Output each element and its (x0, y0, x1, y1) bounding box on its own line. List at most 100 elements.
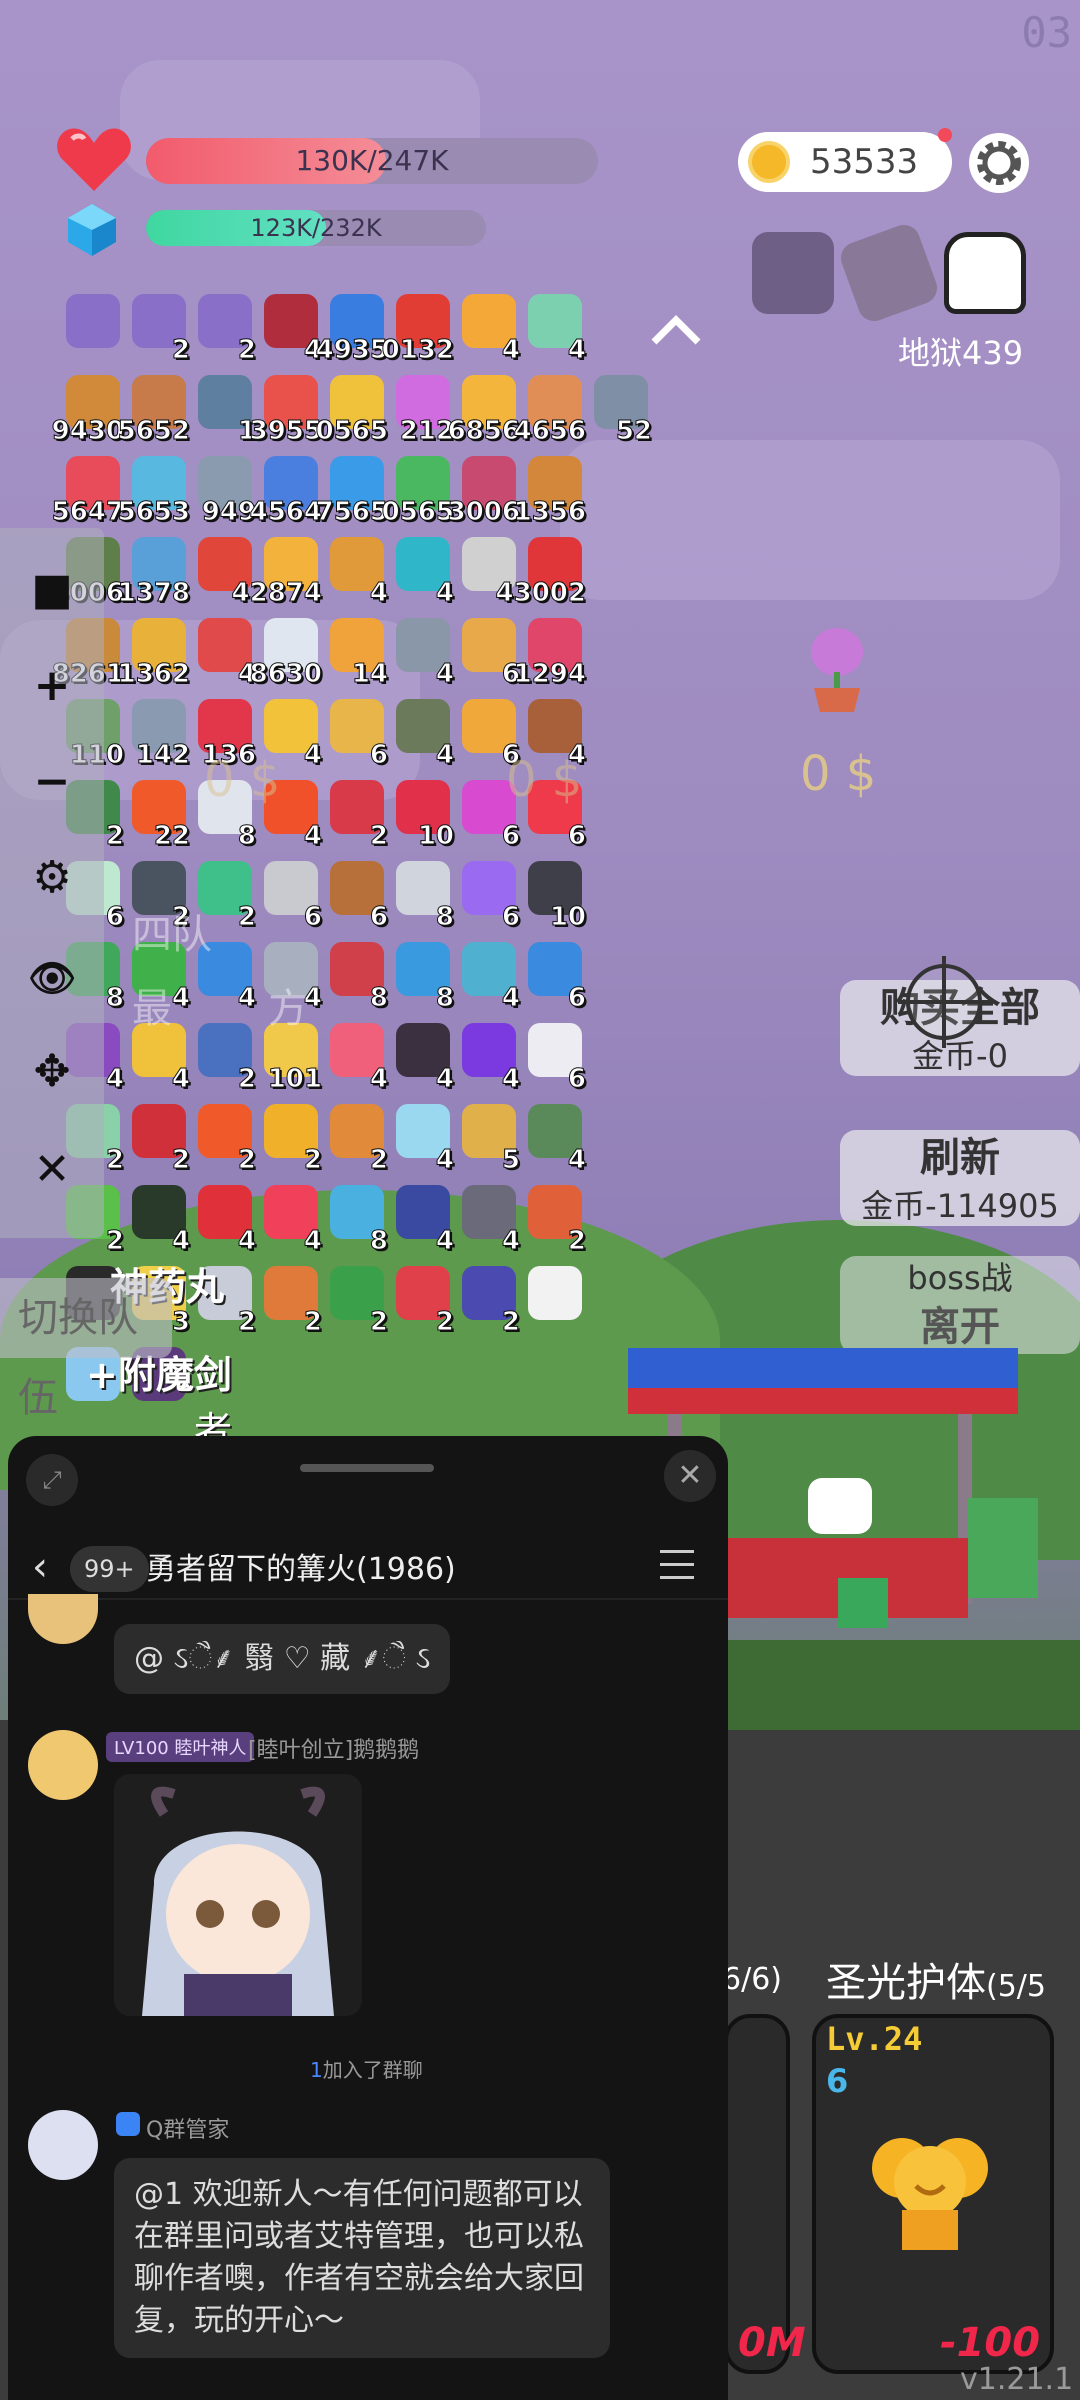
bot-avatar[interactable] (28, 2110, 98, 2180)
inventory-slot[interactable]: 4 (520, 290, 587, 371)
inventory-slot[interactable]: 4 (454, 1181, 521, 1262)
inventory-slot[interactable]: 4 (256, 1181, 323, 1262)
inventory-slot[interactable]: 6 (520, 1019, 587, 1100)
inventory-slot[interactable]: 5 (454, 1100, 521, 1181)
inventory-slot[interactable]: 1356 (513, 452, 587, 533)
inventory-slot[interactable]: 22 (124, 776, 191, 857)
inventory-slot[interactable]: 5652 (117, 371, 191, 452)
inventory-slot[interactable]: 3955 (249, 371, 323, 452)
inventory-slot[interactable]: 4 (322, 1019, 389, 1100)
inventory-slot[interactable]: 4 (388, 533, 455, 614)
inventory-slot[interactable] (520, 1262, 586, 1343)
inventory-slot[interactable]: 10 (520, 857, 587, 938)
inventory-slot[interactable]: 2 (388, 1262, 455, 1343)
inventory-slot[interactable]: 4656 (513, 371, 587, 452)
cleaver-icon[interactable] (836, 220, 942, 326)
inventory-slot[interactable]: 1378 (117, 533, 191, 614)
inventory-slot[interactable]: 4 (388, 1181, 455, 1262)
inventory-slot[interactable]: 1294 (513, 614, 587, 695)
plus-icon[interactable]: + (26, 660, 78, 712)
drag-handle[interactable] (300, 1464, 434, 1472)
inventory-slot[interactable]: 8 (388, 938, 455, 1019)
unread-badge[interactable]: 99+ (70, 1546, 149, 1592)
inventory-slot[interactable]: 2 (322, 776, 389, 857)
inventory-slot[interactable]: 8 (322, 1181, 389, 1262)
inventory-slot[interactable]: 4 (454, 290, 521, 371)
inventory-slot[interactable]: 4 (388, 614, 455, 695)
coin-counter[interactable]: 53533 (738, 128, 952, 192)
expand-icon[interactable]: ⤢ (26, 1454, 78, 1506)
inventory-slot[interactable]: 0132 (381, 290, 455, 371)
character-portrait-icon[interactable] (752, 232, 834, 314)
minus-icon[interactable]: − (26, 756, 78, 808)
inventory-slot[interactable]: 4935 (315, 290, 389, 371)
inventory-slot[interactable]: 1362 (117, 614, 191, 695)
inventory-slot[interactable]: 14 (322, 614, 389, 695)
back-chevron-icon[interactable]: ‹ (32, 1544, 48, 1590)
inventory-slot[interactable]: 2 (190, 1019, 257, 1100)
eye-slash-icon[interactable]: 👁 (26, 952, 78, 1004)
sticker-image[interactable] (114, 1774, 362, 2016)
inventory-slot[interactable]: 9430 (51, 371, 125, 452)
inventory-slot[interactable]: 4 (388, 695, 455, 776)
inventory-slot[interactable]: 4 (454, 1019, 521, 1100)
inventory-slot[interactable]: 2 (124, 290, 191, 371)
inventory-slot[interactable]: 43002 (495, 533, 587, 614)
inventory-slot[interactable]: 0565 (381, 452, 455, 533)
inventory-slot[interactable]: 10 (388, 776, 455, 857)
inventory-slot[interactable]: 4 (454, 938, 521, 1019)
inventory-slot[interactable]: 2 (190, 290, 257, 371)
stop-icon[interactable]: ■ (26, 564, 78, 616)
inventory-slot[interactable]: 2 (520, 1181, 587, 1262)
inventory-slot[interactable]: 4 (322, 533, 389, 614)
close-icon[interactable]: ✕ (26, 1144, 78, 1196)
inventory-slot[interactable]: 0565 (315, 371, 389, 452)
inventory-slot[interactable]: 8630 (249, 614, 323, 695)
inventory-slot[interactable]: 2 (322, 1262, 389, 1343)
inventory-slot[interactable]: 4 (520, 1100, 587, 1181)
inventory-slot[interactable]: 42874 (231, 533, 323, 614)
inventory-slot[interactable]: 52 (586, 371, 653, 452)
settings-gear-icon[interactable] (968, 132, 1030, 194)
move-icon[interactable]: ✥ (26, 1046, 78, 1098)
inventory-slot[interactable]: 1 (190, 371, 257, 452)
ghost-icon[interactable] (944, 232, 1026, 314)
inventory-slot[interactable]: 5653 (117, 452, 191, 533)
inventory-slot[interactable]: 2 (256, 1100, 323, 1181)
inventory-slot[interactable]: 4564 (249, 452, 323, 533)
inventory-slot[interactable]: 8 (388, 857, 455, 938)
inventory-slot[interactable]: 4 (124, 1181, 191, 1262)
avatar[interactable] (28, 1730, 98, 1800)
inventory-slot[interactable]: 6 (256, 857, 323, 938)
switch-team-button[interactable]: 切换队伍 (0, 1278, 172, 1421)
inventory-slot[interactable]: 8 (322, 938, 389, 1019)
inventory-slot[interactable]: 142 (124, 695, 191, 776)
close-icon[interactable]: ✕ (664, 1450, 716, 1502)
message-bubble[interactable]: @ ઽૈ⸙ 翳 ♡ 藏 ⸙ૈ ઽ (114, 1624, 451, 1694)
inventory-slot[interactable]: 2 (124, 1100, 191, 1181)
join-user[interactable]: 1 (310, 2058, 323, 2082)
bot-message-bubble[interactable]: @1 欢迎新人～有任何问题都可以在群里问或者艾特管理，也可以私聊作者噢，作者有空… (114, 2158, 610, 2358)
refresh-button[interactable]: 刷新 金币-114905 (840, 1130, 1080, 1226)
inventory-slot[interactable]: 4 (256, 290, 323, 371)
inventory-slot[interactable]: 6856 (447, 371, 521, 452)
group-name[interactable]: 勇者留下的篝火(1986) (146, 1544, 456, 1588)
inventory-slot[interactable]: 2 (190, 1100, 257, 1181)
gear-icon[interactable]: ⚙ (26, 852, 78, 904)
menu-icon[interactable] (660, 1550, 694, 1580)
inventory-slot[interactable]: 6 (322, 695, 389, 776)
inventory-slot[interactable]: 4 (190, 1181, 257, 1262)
inventory-slot[interactable]: 2 (454, 1262, 521, 1343)
inventory-slot[interactable]: 2 (322, 1100, 389, 1181)
crosshair-icon[interactable] (898, 956, 990, 1048)
user-name[interactable]: [睦叶创立]鹅鹅鹅 (248, 1732, 419, 1764)
inventory-slot[interactable]: 7565 (315, 452, 389, 533)
inventory-slot[interactable]: 6 (454, 614, 521, 695)
inventory-slot[interactable]: 949 (190, 452, 257, 533)
inventory-slot[interactable]: 3006 (447, 452, 521, 533)
inventory-slot[interactable] (58, 290, 124, 371)
inventory-slot[interactable]: 4 (190, 614, 257, 695)
inventory-slot[interactable]: 5647 (51, 452, 125, 533)
inventory-slot[interactable]: 6 (454, 857, 521, 938)
inventory-slot[interactable]: 6 (322, 857, 389, 938)
